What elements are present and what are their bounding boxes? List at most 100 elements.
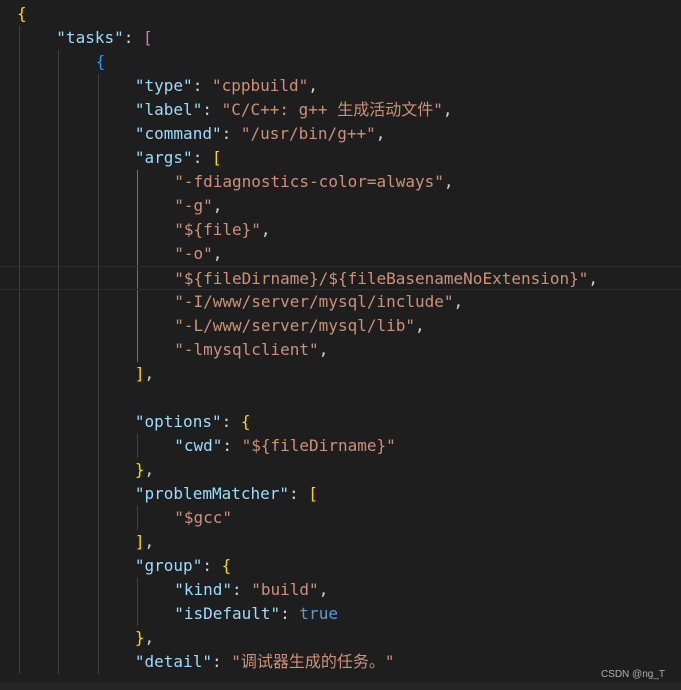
code-token: :	[192, 76, 212, 95]
code-text: "-fdiagnostics-color=always",	[174, 170, 453, 194]
code-token: "${fileDirname}"	[241, 436, 396, 455]
code-token: ,	[443, 172, 454, 191]
code-text: "${fileDirname}/${fileBasenameNoExtensio…	[174, 267, 598, 291]
code-text: "-o",	[174, 242, 222, 266]
code-token: "args"	[134, 148, 193, 167]
code-token: {	[17, 4, 27, 23]
code-text: "problemMatcher": [	[135, 482, 318, 506]
code-token: "${file}"	[174, 220, 261, 239]
code-token: "command"	[134, 124, 222, 143]
code-text: "group": {	[135, 554, 231, 578]
code-token: "options"	[134, 412, 222, 431]
code-line[interactable]: "-L/www/server/mysql/lib",	[0, 314, 681, 338]
code-line[interactable]: ],	[0, 530, 681, 554]
code-line[interactable]: "-lmysqlclient",	[0, 338, 681, 362]
code-line[interactable]: "cwd": "${fileDirname}"	[0, 434, 681, 458]
code-text: "-L/www/server/mysql/lib",	[174, 314, 424, 338]
code-text: ],	[135, 362, 154, 386]
code-line[interactable]: "${file}",	[0, 218, 681, 242]
code-line[interactable]: ],	[0, 362, 681, 386]
code-line[interactable]: "tasks": [	[0, 26, 681, 50]
code-token: "cwd"	[174, 436, 223, 455]
code-token: true	[299, 604, 338, 623]
code-line[interactable]: },	[0, 626, 681, 650]
code-token: "kind"	[174, 580, 232, 599]
code-text: "tasks": [	[56, 26, 152, 50]
code-token: {	[95, 52, 106, 71]
code-text: },	[135, 458, 154, 482]
code-line[interactable]: "label": "C/C++: g++ 生成活动文件",	[0, 98, 681, 122]
code-token: ,	[453, 292, 464, 311]
code-token: ]	[134, 532, 145, 551]
code-token: "build"	[251, 580, 319, 599]
code-line[interactable]: "problemMatcher": [	[0, 482, 681, 506]
code-text: "-g",	[174, 194, 222, 218]
code-token: ,	[308, 76, 318, 95]
code-token: "-g"	[174, 196, 213, 215]
code-text: "-I/www/server/mysql/include",	[174, 290, 463, 314]
code-line[interactable]: "-o",	[0, 242, 681, 266]
code-line[interactable]	[0, 386, 681, 410]
code-line[interactable]: "options": {	[0, 410, 681, 434]
code-token: ,	[260, 220, 271, 239]
code-token: :	[289, 484, 309, 503]
code-line[interactable]: "kind": "build",	[0, 578, 681, 602]
code-token: "group"	[134, 556, 203, 575]
code-editor[interactable]: {"tasks": [{"type": "cppbuild", "label": …	[0, 0, 681, 690]
code-line[interactable]: "-I/www/server/mysql/include",	[0, 290, 681, 314]
code-token: "-fdiagnostics-color=always"	[174, 172, 444, 191]
code-line[interactable]: "isDefault": true	[0, 602, 681, 626]
code-token: "-lmysqlclient"	[174, 340, 319, 359]
code-token: :	[280, 604, 300, 623]
code-token: :	[221, 412, 241, 431]
watermark: CSDN @ng_T	[600, 669, 665, 680]
code-token: ]	[134, 364, 145, 383]
code-text: {	[17, 2, 27, 26]
code-text: },	[135, 626, 154, 650]
code-text: "${file}",	[174, 218, 270, 242]
code-line[interactable]: "group": {	[0, 554, 681, 578]
code-line[interactable]: {	[0, 50, 681, 74]
code-text: ],	[135, 530, 154, 554]
code-token: :	[221, 124, 241, 143]
code-token: "$gcc"	[174, 508, 232, 527]
code-token: :	[231, 580, 252, 599]
code-token: "detail"	[134, 652, 212, 671]
code-line[interactable]: {	[0, 2, 681, 26]
code-line[interactable]: "type": "cppbuild",	[0, 74, 681, 98]
code-line[interactable]: "detail": "调试器生成的任务。"	[0, 650, 681, 674]
code-line-current[interactable]: "${fileDirname}/${fileBasenameNoExtensio…	[0, 266, 681, 290]
code-token: ,	[144, 364, 155, 383]
code-token: :	[211, 652, 232, 671]
code-token: "type"	[134, 76, 193, 95]
code-line[interactable]: },	[0, 458, 681, 482]
code-line[interactable]: "-g",	[0, 194, 681, 218]
code-text: "command": "/usr/bin/g++",	[135, 122, 385, 146]
code-token: "-L/www/server/mysql/lib"	[174, 316, 416, 335]
code-token: "调试器生成的任务。"	[231, 652, 395, 671]
code-token: "-I/www/server/mysql/include"	[174, 292, 454, 311]
code-token: ,	[375, 124, 386, 143]
code-token: {	[240, 412, 251, 431]
code-line[interactable]: "$gcc"	[0, 506, 681, 530]
code-token: "C/C++: g++ 生成活动文件"	[221, 100, 443, 119]
code-token: ,	[588, 269, 599, 288]
code-token: ,	[144, 532, 155, 551]
horizontal-scrollbar[interactable]	[0, 682, 681, 690]
code-line[interactable]: "command": "/usr/bin/g++",	[0, 122, 681, 146]
code-line[interactable]: "-fdiagnostics-color=always",	[0, 170, 681, 194]
code-token: :	[123, 28, 143, 47]
code-token: [	[143, 28, 153, 47]
code-token: "cppbuild"	[211, 76, 309, 95]
code-token: "${fileDirname}/${fileBasenameNoExtensio…	[174, 269, 589, 288]
code-text: "-lmysqlclient",	[174, 338, 328, 362]
code-token: :	[202, 556, 222, 575]
code-token: "label"	[134, 100, 203, 119]
code-token: ,	[415, 316, 425, 335]
code-text: {	[96, 50, 106, 74]
code-text: "label": "C/C++: g++ 生成活动文件",	[135, 98, 453, 122]
code-token: ,	[318, 340, 329, 359]
code-token: ,	[212, 196, 223, 215]
code-token: "/usr/bin/g++"	[240, 124, 376, 143]
code-line[interactable]: "args": [	[0, 146, 681, 170]
